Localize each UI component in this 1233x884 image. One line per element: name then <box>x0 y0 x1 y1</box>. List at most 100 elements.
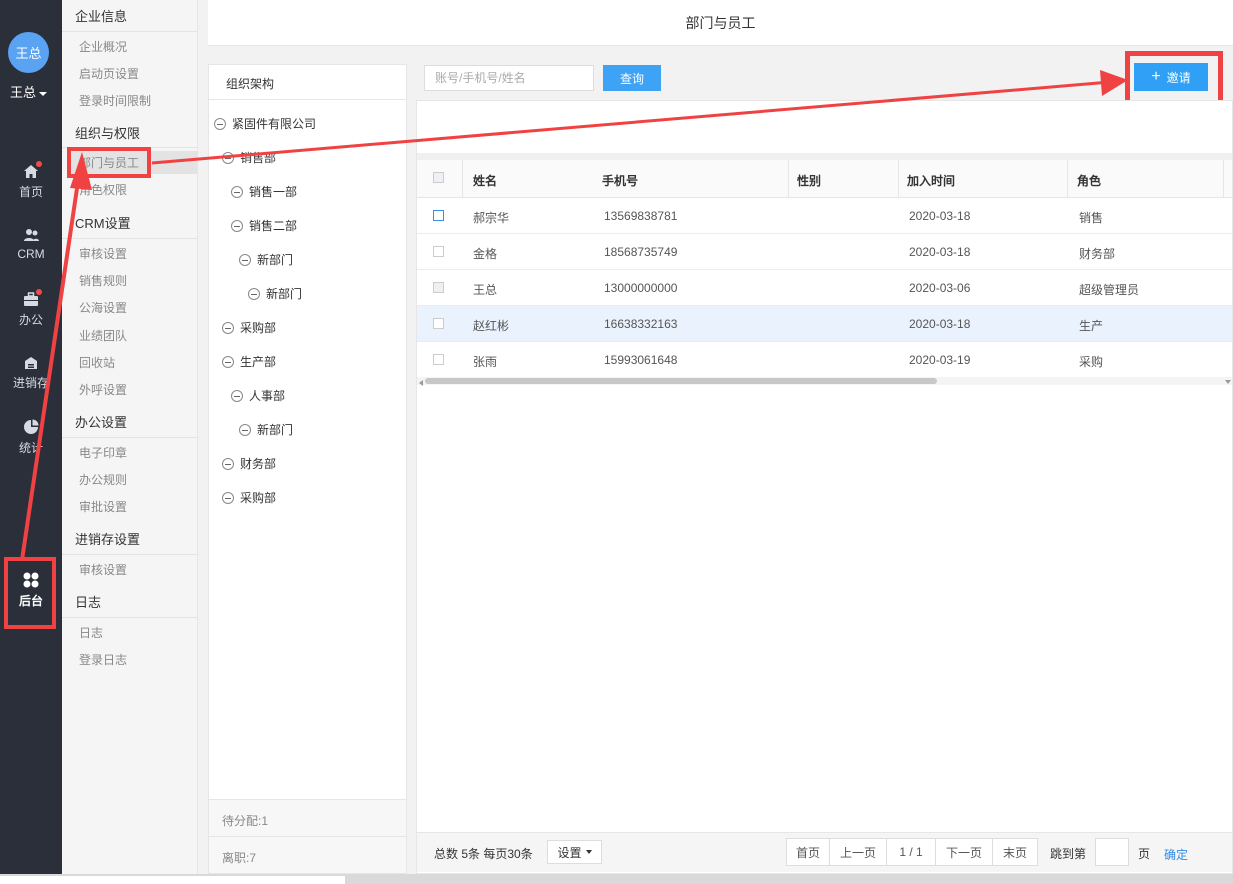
row-checkbox[interactable] <box>433 246 444 257</box>
settings-dropdown[interactable]: 设置 <box>547 840 602 864</box>
submenu-item-login-time-limit[interactable]: 登录时间限制 <box>79 92 151 109</box>
cell-name: 郝宗华 <box>473 211 510 225</box>
tree-node-label: 人事部 <box>249 389 286 403</box>
rail-item-office[interactable]: 办公 <box>0 289 62 328</box>
avatar[interactable]: 王总 <box>8 32 49 73</box>
column-header-name[interactable]: 姓名 <box>473 172 497 189</box>
row-checkbox <box>433 282 444 293</box>
collapse-icon[interactable] <box>222 457 234 470</box>
table-row[interactable]: 金格 18568735749 2020-03-18 财务部 <box>417 234 1232 270</box>
collapse-icon[interactable] <box>222 491 234 504</box>
column-header-role[interactable]: 角色 <box>1077 172 1101 189</box>
submenu-item-log[interactable]: 日志 <box>79 624 103 641</box>
table-row[interactable]: 赵红彬 16638332163 2020-03-18 生产 <box>417 306 1232 342</box>
jump-confirm-link[interactable]: 确定 <box>1164 846 1188 863</box>
row-checkbox[interactable] <box>433 210 444 221</box>
tree-node[interactable]: 销售一部 <box>231 183 297 200</box>
rail-item-inventory[interactable]: 进销存 <box>0 356 62 391</box>
table-row[interactable]: 张雨 15993061648 2020-03-19 采购 <box>417 342 1232 378</box>
first-page-button[interactable]: 首页 <box>786 838 830 866</box>
rail-item-label: 首页 <box>18 185 43 199</box>
tree-node[interactable]: 销售部 <box>222 149 276 166</box>
pie-chart-icon <box>24 419 39 434</box>
chevron-down-icon <box>585 850 592 854</box>
column-header-phone[interactable]: 手机号 <box>602 172 638 189</box>
resigned-count[interactable]: 离职:7 <box>209 836 406 873</box>
collapse-icon[interactable] <box>239 423 251 436</box>
column-header-gender[interactable]: 性别 <box>797 172 821 189</box>
search-input[interactable] <box>424 65 594 91</box>
submenu-item-audit-settings[interactable]: 审核设置 <box>79 245 127 262</box>
collapse-icon[interactable] <box>214 117 226 130</box>
row-checkbox[interactable] <box>433 354 444 365</box>
submenu-group-title: 进销存设置 <box>75 532 141 547</box>
rail-item-home[interactable]: 首页 <box>0 161 62 200</box>
submenu-item-approval-settings[interactable]: 审批设置 <box>79 498 127 515</box>
prev-page-button[interactable]: 上一页 <box>829 838 887 866</box>
tree-node[interactable]: 销售二部 <box>231 217 297 234</box>
submenu-item-inventory-audit[interactable]: 审核设置 <box>79 561 127 578</box>
submenu-item-recycle-bin[interactable]: 回收站 <box>79 354 115 371</box>
taskbar-window <box>0 876 345 884</box>
submenu-item-sales-rules[interactable]: 销售规则 <box>79 272 127 289</box>
collapse-icon[interactable] <box>222 321 234 334</box>
submenu-item-public-pool[interactable]: 公海设置 <box>79 299 127 316</box>
warehouse-icon <box>25 357 37 369</box>
annotation-highlight-box <box>67 147 151 178</box>
tree-node-label: 采购部 <box>240 491 277 505</box>
tree-node[interactable]: 新部门 <box>239 421 293 438</box>
submenu-item-login-log[interactable]: 登录日志 <box>79 651 127 668</box>
submenu-item-splash-settings[interactable]: 启动页设置 <box>79 65 139 82</box>
tree-node[interactable]: 采购部 <box>222 489 276 506</box>
collapse-icon[interactable] <box>248 287 260 300</box>
submenu-item-performance-team[interactable]: 业绩团队 <box>79 327 127 344</box>
submenu-item-role-permissions[interactable]: 角色权限 <box>79 181 127 198</box>
tree-node[interactable]: 生产部 <box>222 353 276 370</box>
invite-label: 邀请 <box>1166 70 1191 85</box>
divider <box>62 238 198 239</box>
user-menu[interactable]: 王总 <box>10 82 48 101</box>
table-row[interactable]: 郝宗华 13569838781 2020-03-18 销售 <box>417 198 1232 234</box>
col-separator <box>462 160 463 198</box>
submenu-item-office-rules[interactable]: 办公规则 <box>79 471 127 488</box>
rail-item-crm[interactable]: CRM <box>0 228 62 261</box>
collapse-icon[interactable] <box>222 151 234 164</box>
collapse-icon[interactable] <box>222 355 234 368</box>
collapse-icon[interactable] <box>239 253 251 266</box>
next-page-button[interactable]: 下一页 <box>935 838 993 866</box>
tree-node-company[interactable]: 紧固件有限公司 <box>214 115 316 132</box>
collapse-icon[interactable] <box>231 219 243 232</box>
jump-page-input[interactable] <box>1095 838 1129 866</box>
collapse-icon[interactable] <box>231 389 243 402</box>
notification-dot <box>36 289 42 295</box>
column-header-joined[interactable]: 加入时间 <box>907 172 955 189</box>
cell-name: 张雨 <box>473 355 498 369</box>
invite-button[interactable]: + 邀请 <box>1134 63 1208 91</box>
scroll-down-icon[interactable] <box>1225 380 1231 384</box>
select-all-checkbox[interactable] <box>433 172 444 183</box>
org-tree-title: 组织架构 <box>226 77 275 91</box>
scroll-left-icon[interactable] <box>419 380 423 386</box>
tree-node[interactable]: 财务部 <box>222 455 276 472</box>
submenu-item-call-settings[interactable]: 外呼设置 <box>79 381 127 398</box>
tree-node[interactable]: 新部门 <box>239 251 293 268</box>
rail-item-stats[interactable]: 统计 <box>0 419 62 456</box>
rail-item-label: 进销存 <box>12 376 49 390</box>
table-row[interactable]: 王总 13000000000 2020-03-06 超级管理员 <box>417 270 1232 306</box>
cell-joined: 2020-03-18 <box>909 209 971 223</box>
query-button[interactable]: 查询 <box>603 65 661 91</box>
collapse-icon[interactable] <box>231 185 243 198</box>
row-checkbox[interactable] <box>433 318 444 329</box>
unassigned-count[interactable]: 待分配:1 <box>209 799 406 836</box>
last-page-button[interactable]: 末页 <box>992 838 1038 866</box>
tree-node[interactable]: 人事部 <box>231 387 285 404</box>
cell-role: 销售 <box>1079 211 1104 225</box>
horizontal-scrollbar-thumb[interactable] <box>425 378 937 384</box>
tree-node[interactable]: 采购部 <box>222 319 276 336</box>
tree-node[interactable]: 新部门 <box>248 285 302 302</box>
col-separator <box>898 160 899 198</box>
table-header: 姓名 手机号 性别 加入时间 角色 <box>417 160 1232 198</box>
tree-node-label: 销售一部 <box>249 185 298 199</box>
submenu-item-company-overview[interactable]: 企业概况 <box>79 38 127 55</box>
submenu-item-e-seal[interactable]: 电子印章 <box>79 444 127 461</box>
